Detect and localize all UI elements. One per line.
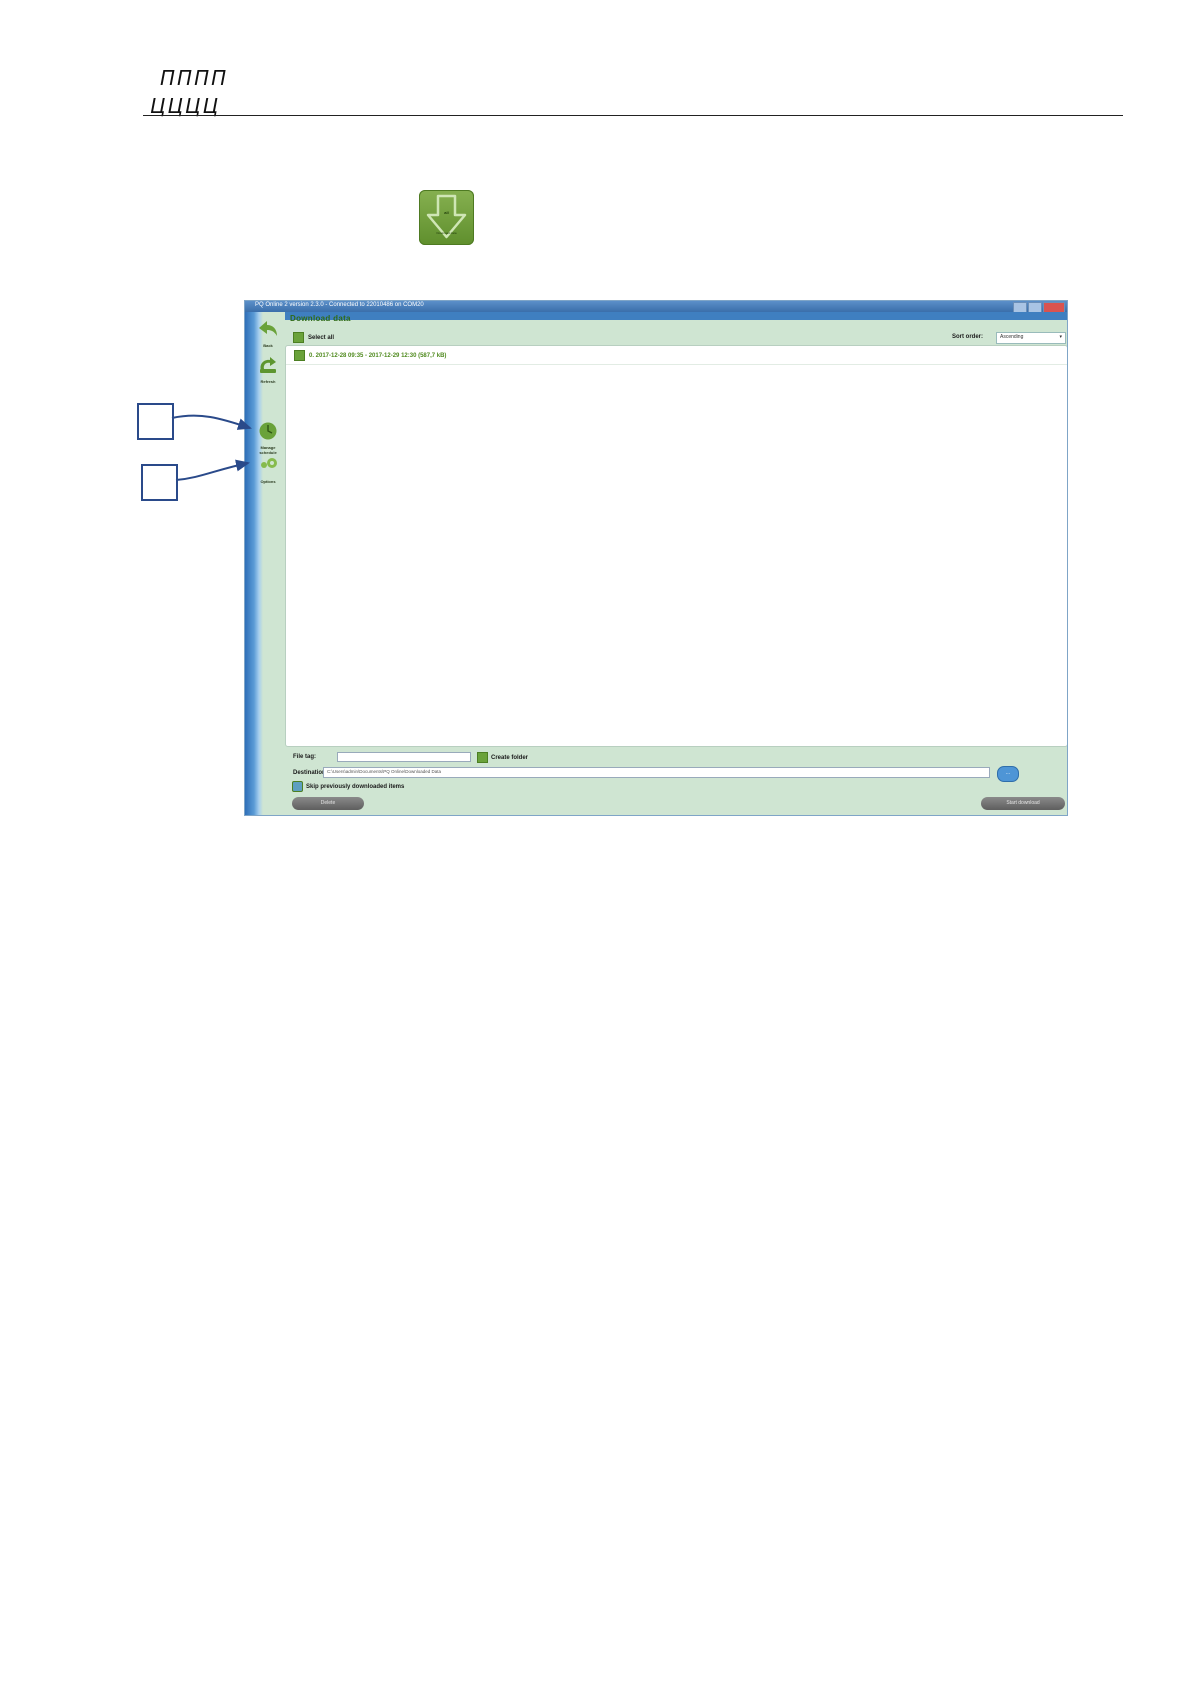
section-title: Download data bbox=[290, 314, 351, 323]
refresh-icon bbox=[260, 357, 276, 373]
window-title: PQ Online 2 version 2.3.0 - Connected to… bbox=[255, 302, 424, 308]
select-all-checkbox[interactable] bbox=[293, 332, 304, 343]
destination-input[interactable]: C:\Users\admin\Documents\PQ Online\Downl… bbox=[323, 767, 990, 778]
item-checkbox[interactable] bbox=[294, 350, 305, 361]
chevron-down-icon: ▾ bbox=[1059, 334, 1062, 340]
create-folder-row[interactable]: Create folder bbox=[477, 752, 528, 763]
list-divider bbox=[286, 364, 1067, 365]
sidebar-label-schedule: Manage schedule bbox=[259, 445, 277, 455]
skip-previous-row[interactable]: Skip previously downloaded items bbox=[292, 781, 404, 792]
header-rule bbox=[143, 115, 1123, 116]
options-icon bbox=[261, 458, 277, 468]
app-window: PQ Online 2 version 2.3.0 - Connected to… bbox=[244, 300, 1068, 816]
download-data-icon: all Download data bbox=[419, 190, 474, 245]
callout-arrow-1 bbox=[171, 414, 252, 430]
destination-value: C:\Users\admin\Documents\PQ Online\Downl… bbox=[327, 769, 442, 774]
sidebar-label-refresh: Refresh bbox=[260, 379, 276, 384]
sidebar: Back Refresh Manage schedule Options bbox=[245, 312, 285, 815]
create-folder-label: Create folder bbox=[491, 754, 529, 761]
header-band bbox=[245, 312, 1067, 320]
select-all-label: Select all bbox=[308, 334, 335, 341]
down-arrow-icon bbox=[426, 194, 467, 239]
skip-previous-label: Skip previously downloaded items bbox=[306, 783, 405, 790]
list-item[interactable]: 0. 2017-12-28 09:35 - 2017-12-29 12:30 (… bbox=[294, 350, 446, 361]
sort-order-label: Sort order: bbox=[952, 334, 984, 340]
browse-button[interactable]: ... bbox=[997, 766, 1019, 782]
delete-button[interactable]: Delete bbox=[292, 797, 364, 810]
window-controls bbox=[1013, 302, 1065, 313]
download-icon-label: all bbox=[444, 210, 449, 215]
download-list: 0. 2017-12-28 09:35 - 2017-12-29 12:30 (… bbox=[285, 345, 1067, 747]
sidebar-item-refresh[interactable]: Refresh bbox=[254, 356, 282, 384]
callout-arrows bbox=[171, 414, 252, 481]
file-tag-input[interactable] bbox=[337, 752, 471, 762]
schedule-icon bbox=[259, 422, 277, 440]
callout-box-2 bbox=[141, 464, 178, 501]
skip-previous-checkbox[interactable] bbox=[292, 781, 303, 792]
callout-box-1 bbox=[137, 403, 174, 440]
start-download-button[interactable]: Start download bbox=[981, 797, 1065, 810]
callout-arrow-2 bbox=[175, 459, 250, 481]
file-tag-label: File tag: bbox=[293, 754, 317, 760]
download-icon-sublabel: Download data bbox=[436, 231, 457, 235]
sort-order-value: Ascending bbox=[1000, 334, 1024, 340]
back-arrow-icon bbox=[259, 321, 277, 336]
sidebar-label-options: Options bbox=[260, 479, 276, 484]
sidebar-item-back[interactable]: Back bbox=[254, 320, 282, 348]
sidebar-label-back: Back bbox=[263, 343, 273, 348]
create-folder-checkbox[interactable] bbox=[477, 752, 488, 763]
item-label: 0. 2017-12-28 09:35 - 2017-12-29 12:30 (… bbox=[309, 352, 447, 359]
sidebar-item-schedule[interactable]: Manage schedule bbox=[254, 422, 282, 455]
select-all-row[interactable]: Select all bbox=[293, 332, 334, 343]
title-bar: PQ Online 2 version 2.3.0 - Connected to… bbox=[245, 301, 1067, 313]
sort-order-select[interactable]: Ascending ▾ bbox=[996, 332, 1066, 344]
sidebar-item-options[interactable]: Options bbox=[254, 456, 282, 484]
header-top-glyphs: ΠΠΠΠ bbox=[160, 66, 229, 90]
